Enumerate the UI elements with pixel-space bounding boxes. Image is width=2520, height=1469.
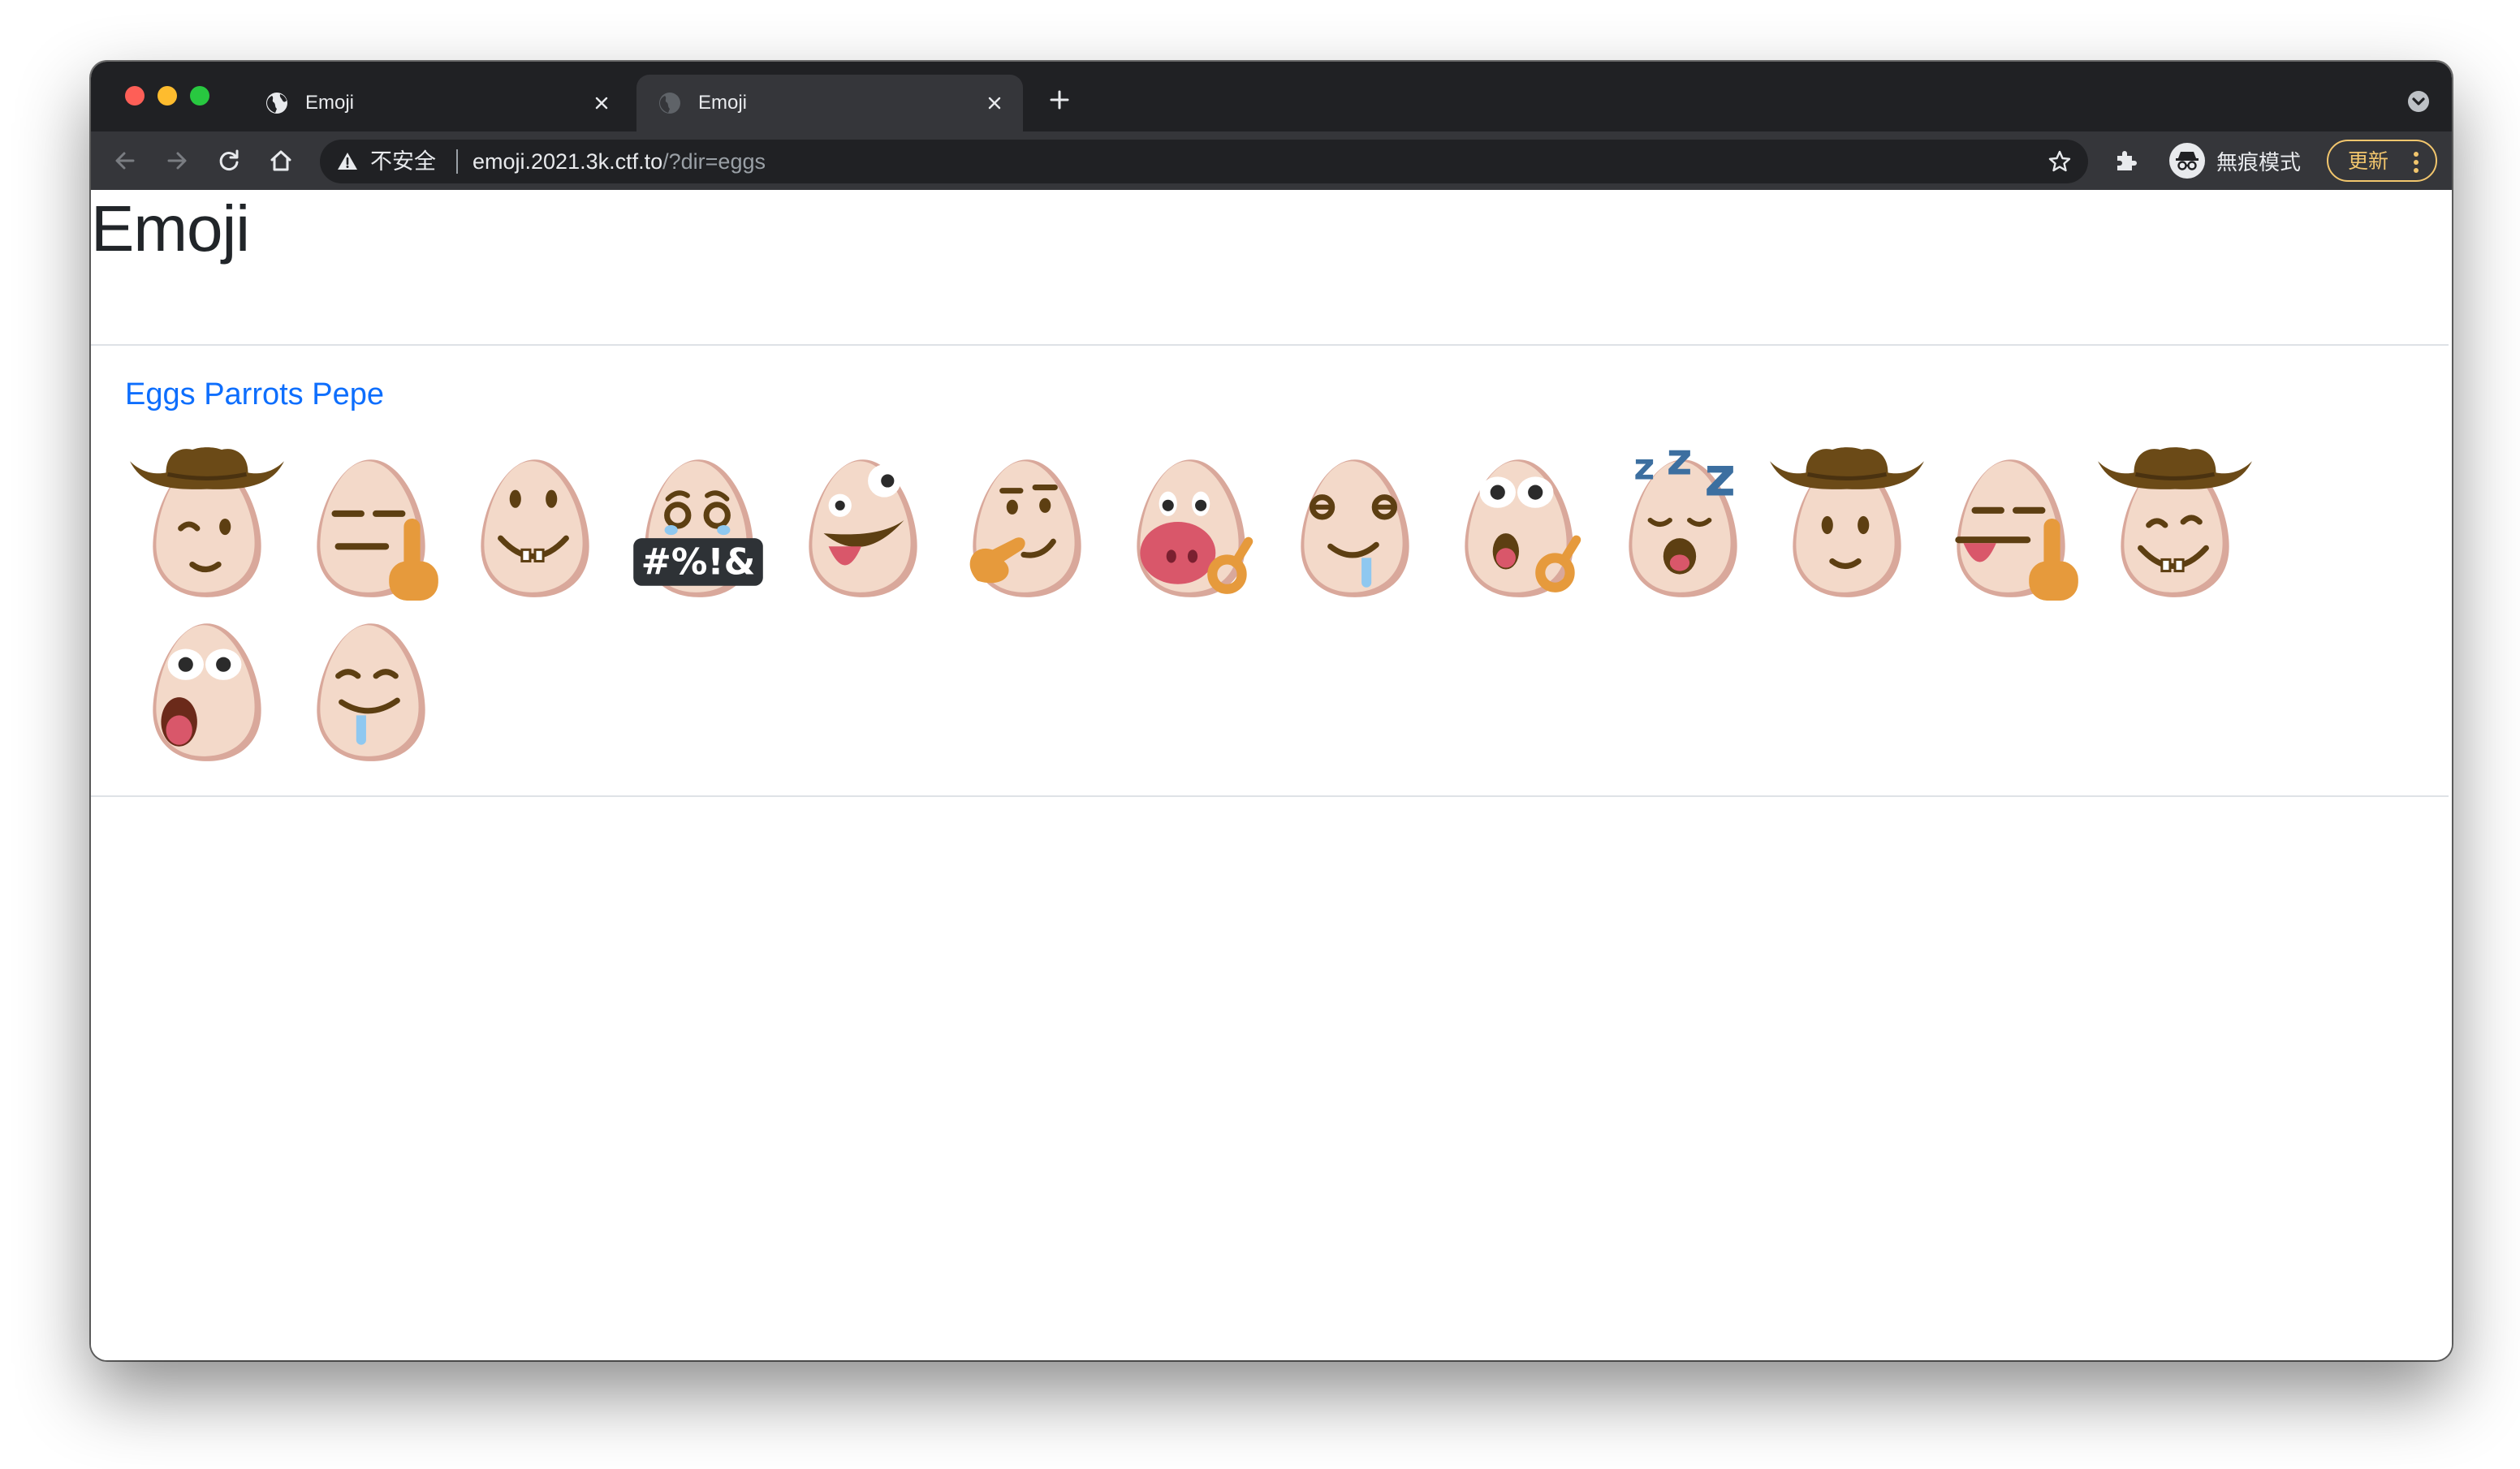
update-label: 更新 [2348,150,2389,173]
url-host: emoji.2021.3k.ctf.to [472,149,663,174]
svg-text:#%!&: #%!& [641,542,756,584]
home-icon[interactable] [266,146,296,175]
emoji-egg-tongue-middle-finger[interactable] [1929,442,2093,605]
plus-icon[interactable] [1047,88,1072,112]
page-title: Emoji [91,192,250,265]
emoji-egg-ok-hand-mouth[interactable] [1109,442,1273,605]
tab-title: Emoji [698,92,748,114]
emoji-card: Eggs Parrots Pepe #%!& z z z [91,344,2449,797]
emoji-egg-drool[interactable] [289,605,453,769]
egg-emoji-icon [1955,459,2078,601]
star-icon[interactable] [2048,149,2072,174]
dir-link-pepe[interactable]: Pepe [312,377,384,411]
tab-strip: Emoji Emoji [91,62,2452,131]
emoji-egg-cursing[interactable]: #%!& [617,442,781,605]
tab-search-icon[interactable] [2406,89,2431,114]
egg-emoji-icon: #%!& [633,459,763,597]
tab-emoji-1[interactable]: Emoji [244,75,630,131]
toolbar: 不安全 emoji.2021.3k.ctf.to/?dir=eggs 無痕模式 [91,131,2452,190]
egg-emoji-icon [317,623,425,761]
emoji-egg-cowboy-wink[interactable] [125,442,289,605]
browser-window: Emoji Emoji 不安全 emoji.2021.3k.ctf.to/?di… [91,62,2452,1360]
emoji-egg-ok-surprised[interactable] [1437,442,1601,605]
forward-icon[interactable] [162,146,192,175]
egg-emoji-icon [481,459,589,597]
url-path: /?dir=eggs [662,149,766,174]
dir-link-eggs[interactable]: Eggs [125,377,196,411]
tab-title: Emoji [305,92,355,114]
egg-emoji-icon: zzz [1629,433,1737,597]
svg-text:z: z [1633,446,1655,488]
emoji-egg-zany[interactable] [781,442,945,605]
egg-emoji-icon [1137,459,1254,597]
emoji-egg-drool-dizzy[interactable] [1273,442,1437,605]
emoji-egg-cowboy-smile[interactable] [1765,442,1929,605]
update-button[interactable]: 更新 [2327,140,2437,182]
zoom-window-button[interactable] [190,86,209,106]
incognito-indicator[interactable]: 無痕模式 [2169,143,2301,179]
egg-emoji-icon [2098,447,2252,597]
close-window-button[interactable] [125,86,145,106]
emoji-egg-shocked[interactable] [125,605,289,769]
egg-emoji-icon [317,459,438,601]
warning-icon[interactable] [336,150,359,173]
egg-emoji-icon [969,459,1081,597]
omnibox-divider [456,149,458,174]
emoji-egg-thinking[interactable] [945,442,1109,605]
egg-emoji-icon [1301,459,1409,597]
directory-links: Eggs Parrots Pepe [125,375,384,414]
incognito-icon [2169,143,2205,179]
globe-icon [659,93,680,114]
egg-emoji-icon [1770,447,1924,597]
egg-emoji-icon [130,447,284,597]
security-status[interactable]: 不安全 [370,149,436,174]
puzzle-icon[interactable] [2111,146,2140,175]
page-content: Emoji Eggs Parrots Pepe #%!& z z z [91,190,2452,1360]
globe-icon [266,93,287,114]
minimize-window-button[interactable] [158,86,177,106]
emoji-egg-cowboy-grin[interactable] [2093,442,2257,605]
egg-emoji-icon [1465,459,1581,597]
tab-emoji-2[interactable]: Emoji [636,75,1023,131]
close-icon[interactable] [984,93,1005,114]
svg-text:z: z [1667,442,1693,485]
emoji-egg-sleeping[interactable]: zzz [1601,433,1765,605]
more-icon[interactable] [2413,151,2419,174]
address-bar[interactable]: 不安全 emoji.2021.3k.ctf.to/?dir=eggs [320,140,2088,183]
egg-emoji-icon [153,623,261,761]
dir-link-parrots[interactable]: Parrots [204,377,303,411]
egg-emoji-icon [809,459,917,597]
emoji-egg-grin[interactable] [453,442,617,605]
url-text[interactable]: emoji.2021.3k.ctf.to/?dir=eggs [472,149,766,174]
incognito-label: 無痕模式 [2216,149,2302,174]
back-icon[interactable] [110,146,140,175]
reload-icon[interactable] [214,146,244,175]
emoji-egg-middle-finger[interactable] [289,442,453,605]
svg-text:z: z [1704,446,1736,509]
close-icon[interactable] [591,93,612,114]
